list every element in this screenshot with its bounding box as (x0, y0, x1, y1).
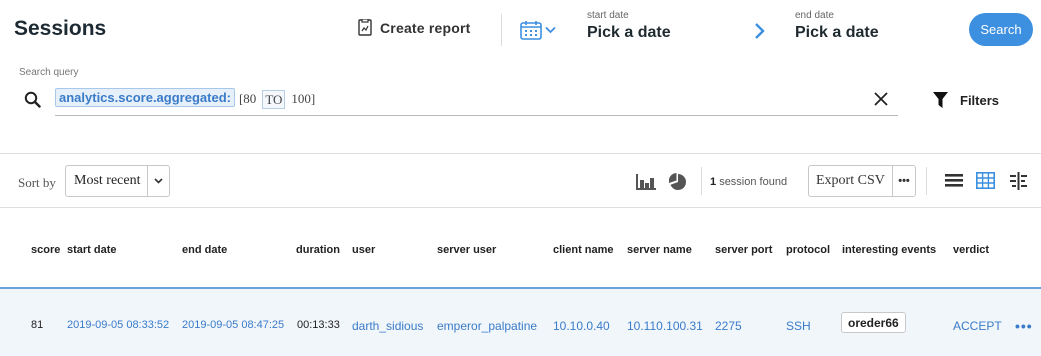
search-query-input[interactable]: analytics.score.aggregated: [80 TO 100] (55, 88, 898, 116)
toolbar-top-divider (0, 153, 1041, 154)
search-button[interactable]: Search (969, 13, 1033, 46)
column-header-client-name[interactable]: client name (553, 244, 614, 256)
column-header-user[interactable]: user (352, 244, 375, 256)
grid-view-icon[interactable] (976, 172, 995, 194)
start-date-picker[interactable]: start date Pick a date (587, 10, 671, 42)
table-top-divider (0, 207, 1041, 208)
sort-select[interactable]: Most recent (65, 165, 170, 197)
end-date-picker[interactable]: end date Pick a date (795, 10, 879, 42)
row-more-button[interactable]: ••• (1015, 318, 1033, 334)
header-divider (501, 14, 502, 46)
column-header-interesting-events[interactable]: interesting events (842, 244, 936, 256)
end-date-value: Pick a date (795, 24, 879, 41)
query-range-open: [80 (238, 91, 257, 106)
cell-score: 81 (31, 319, 44, 331)
column-header-start-date[interactable]: start date (67, 244, 117, 256)
export-csv-button[interactable]: Export CSV ••• (808, 165, 916, 197)
query-field-chip[interactable]: analytics.score.aggregated: (55, 88, 235, 107)
filters-button[interactable]: Filters (933, 92, 999, 108)
chevron-down-icon (147, 166, 169, 196)
chevron-right-icon[interactable] (754, 22, 766, 45)
session-count-suffix: session found (719, 176, 788, 188)
end-date-caption: end date (795, 10, 834, 21)
session-count-number: 1 (710, 176, 717, 188)
sort-by-label: Sort by (18, 175, 56, 190)
cell-client-name[interactable]: 10.10.0.40 (553, 319, 610, 333)
toolbar-divider (701, 167, 702, 195)
report-document-icon (358, 19, 372, 36)
column-header-protocol[interactable]: protocol (786, 244, 830, 256)
date-range-picker-button[interactable] (520, 20, 556, 40)
cell-server-user[interactable]: emperor_palpatine (437, 319, 537, 333)
list-view-icon[interactable] (945, 172, 963, 193)
cell-user[interactable]: darth_sidious (352, 319, 423, 333)
bar-chart-icon[interactable] (636, 174, 656, 195)
query-keyword: TO (262, 90, 286, 109)
filters-label: Filters (960, 92, 1000, 108)
column-settings-icon[interactable] (1010, 172, 1027, 195)
close-icon[interactable] (873, 91, 889, 112)
column-header-server-port[interactable]: server port (715, 244, 772, 256)
interesting-event-tag[interactable]: oreder66 (841, 312, 906, 333)
cell-duration: 00:13:33 (297, 319, 340, 331)
cell-protocol[interactable]: SSH (786, 319, 811, 333)
start-date-caption: start date (587, 10, 629, 21)
column-header-server-user[interactable]: server user (437, 244, 496, 256)
create-report-label: Create report (380, 19, 471, 36)
sort-select-value: Most recent (74, 173, 141, 188)
funnel-icon (933, 92, 948, 108)
page-title: Sessions (14, 17, 107, 40)
column-header-score[interactable]: score (31, 244, 60, 256)
cell-server-name[interactable]: 10.110.100.31 (627, 319, 703, 333)
session-count: 1 session found (710, 176, 787, 188)
column-header-server-name[interactable]: server name (627, 244, 692, 256)
export-csv-label: Export CSV (816, 173, 885, 188)
start-date-value: Pick a date (587, 24, 671, 41)
search-query-caption: Search query (19, 67, 79, 78)
column-header-duration[interactable]: duration (296, 244, 340, 256)
export-more-button[interactable]: ••• (892, 166, 915, 196)
search-icon (24, 91, 41, 113)
chevron-down-icon (545, 26, 556, 34)
create-report-button[interactable]: Create report (358, 19, 471, 36)
cell-server-port[interactable]: 2275 (715, 319, 742, 333)
query-range-close: 100] (291, 91, 316, 106)
calendar-icon (520, 21, 542, 40)
cell-end-date[interactable]: 2019-09-05 08:47:25 (182, 319, 284, 331)
pie-chart-icon[interactable] (668, 173, 687, 196)
column-header-verdict[interactable]: verdict (953, 244, 989, 256)
cell-verdict[interactable]: ACCEPT (953, 319, 1002, 333)
column-header-end-date[interactable]: end date (182, 244, 227, 256)
cell-start-date[interactable]: 2019-09-05 08:33:52 (67, 319, 169, 331)
view-divider (926, 167, 927, 195)
